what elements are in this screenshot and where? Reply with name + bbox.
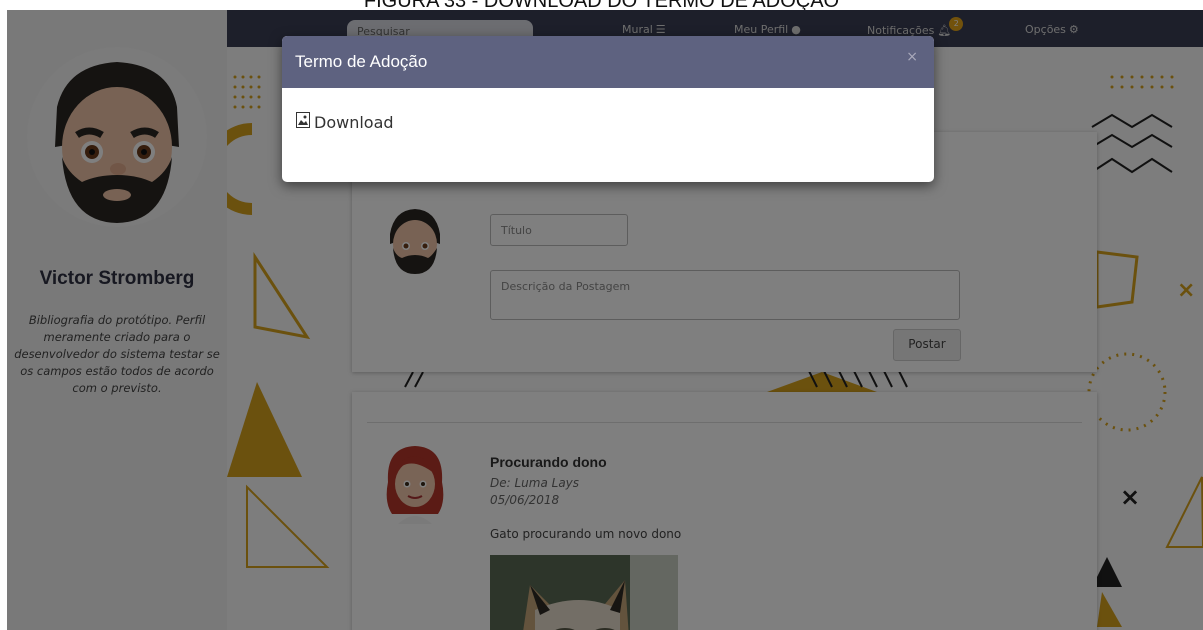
adoption-term-modal: Termo de Adoção × Download bbox=[282, 36, 934, 182]
modal-header: Termo de Adoção × bbox=[282, 36, 934, 88]
download-link[interactable]: Download bbox=[296, 112, 394, 132]
app-window: Victor Stromberg Bibliografia do protóti… bbox=[7, 10, 1203, 630]
modal-title: Termo de Adoção bbox=[295, 52, 428, 71]
figure-caption: FIGURA 33 - DOWNLOAD DO TERMO DE ADOÇÃO bbox=[0, 0, 1203, 10]
close-icon[interactable]: × bbox=[906, 49, 918, 65]
download-label: Download bbox=[314, 112, 394, 132]
image-file-icon bbox=[296, 112, 310, 132]
